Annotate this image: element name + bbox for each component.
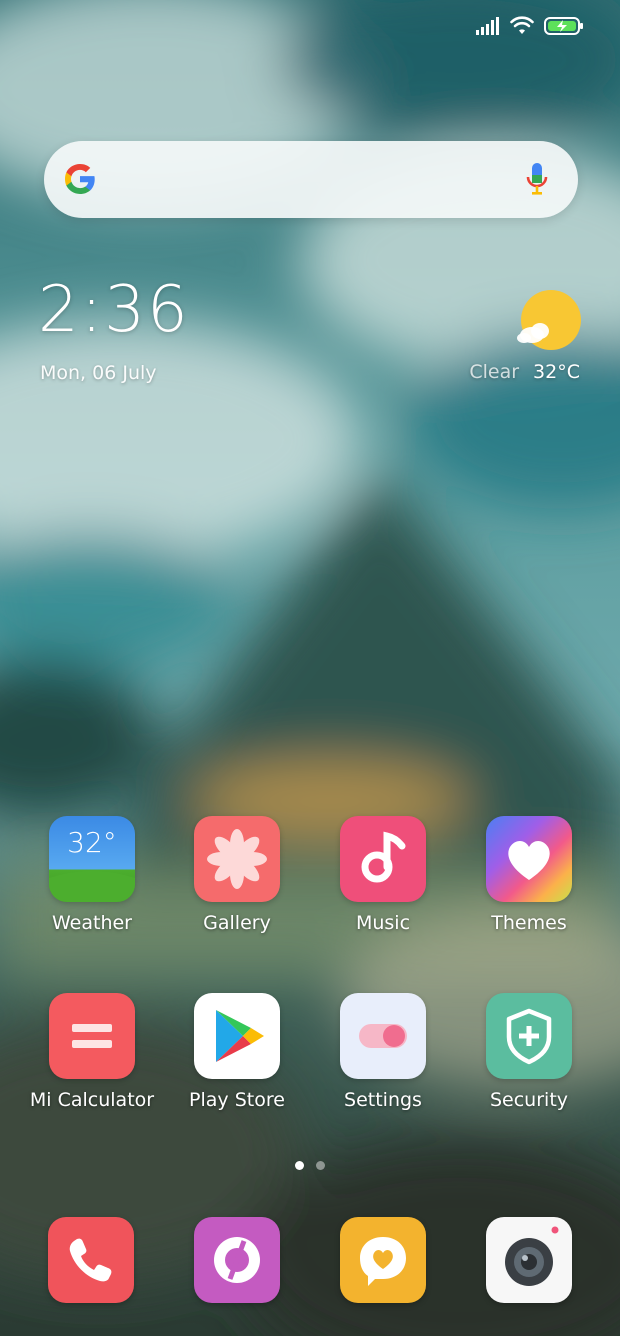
music-note-icon [340, 816, 426, 902]
battery-charging-icon [544, 17, 583, 35]
equals-icon [49, 993, 135, 1079]
sun-cloud-icon[interactable] [512, 285, 582, 355]
dock-phone[interactable] [48, 1217, 134, 1303]
dock-camera[interactable] [486, 1217, 572, 1303]
weather-condition: Clear [469, 361, 520, 383]
wifi-icon [510, 16, 534, 34]
app-label: Themes [491, 912, 567, 934]
clock-time[interactable]: 2:36 [38, 278, 190, 342]
app-gallery[interactable]: Gallery [167, 816, 307, 934]
page-indicator [295, 1161, 325, 1170]
home-screen: 2:36 Mon, 06 July Clear 32°C 32° Weather [0, 0, 620, 1336]
dock-messages[interactable] [340, 1217, 426, 1303]
google-g-logo [65, 164, 95, 194]
browser-icon [214, 1237, 260, 1283]
shield-plus-icon [486, 993, 572, 1079]
app-label: Music [355, 912, 411, 934]
page-dot-active [295, 1161, 304, 1170]
toggle-icon [340, 993, 426, 1079]
heart-icon [486, 816, 572, 902]
app-security[interactable]: Security [459, 993, 599, 1111]
app-play-store[interactable]: Play Store [167, 993, 307, 1111]
app-label: Play Store [189, 1089, 285, 1111]
weather-icon: 32° [49, 816, 135, 902]
app-weather[interactable]: 32° Weather [22, 816, 162, 934]
google-search-bar[interactable] [44, 141, 578, 218]
app-label: Weather [52, 912, 132, 934]
signal-icon [476, 17, 499, 35]
weather-temperature: 32°C [533, 361, 580, 383]
flower-icon [194, 816, 280, 902]
status-bar [476, 16, 584, 36]
dock-browser[interactable] [194, 1217, 280, 1303]
clock-date[interactable]: Mon, 06 July [40, 362, 157, 384]
app-label: Mi Calculator [29, 1089, 155, 1111]
app-themes[interactable]: Themes [459, 816, 599, 934]
play-triangle-icon [194, 993, 280, 1079]
page-dot [316, 1161, 325, 1170]
app-mi-calculator[interactable]: Mi Calculator [22, 993, 162, 1111]
app-label: Settings [344, 1089, 422, 1111]
app-settings[interactable]: Settings [313, 993, 453, 1111]
phone-icon [69, 1238, 112, 1282]
camera-icon [505, 1226, 559, 1286]
mic-icon[interactable] [526, 163, 548, 197]
app-music[interactable]: Music [313, 816, 453, 934]
weather-icon-temp: 32° [67, 826, 117, 859]
message-heart-icon [360, 1237, 406, 1286]
app-label: Gallery [203, 912, 271, 934]
weather-widget[interactable]: Clear 32°C [469, 361, 580, 383]
app-label: Security [489, 1089, 569, 1111]
